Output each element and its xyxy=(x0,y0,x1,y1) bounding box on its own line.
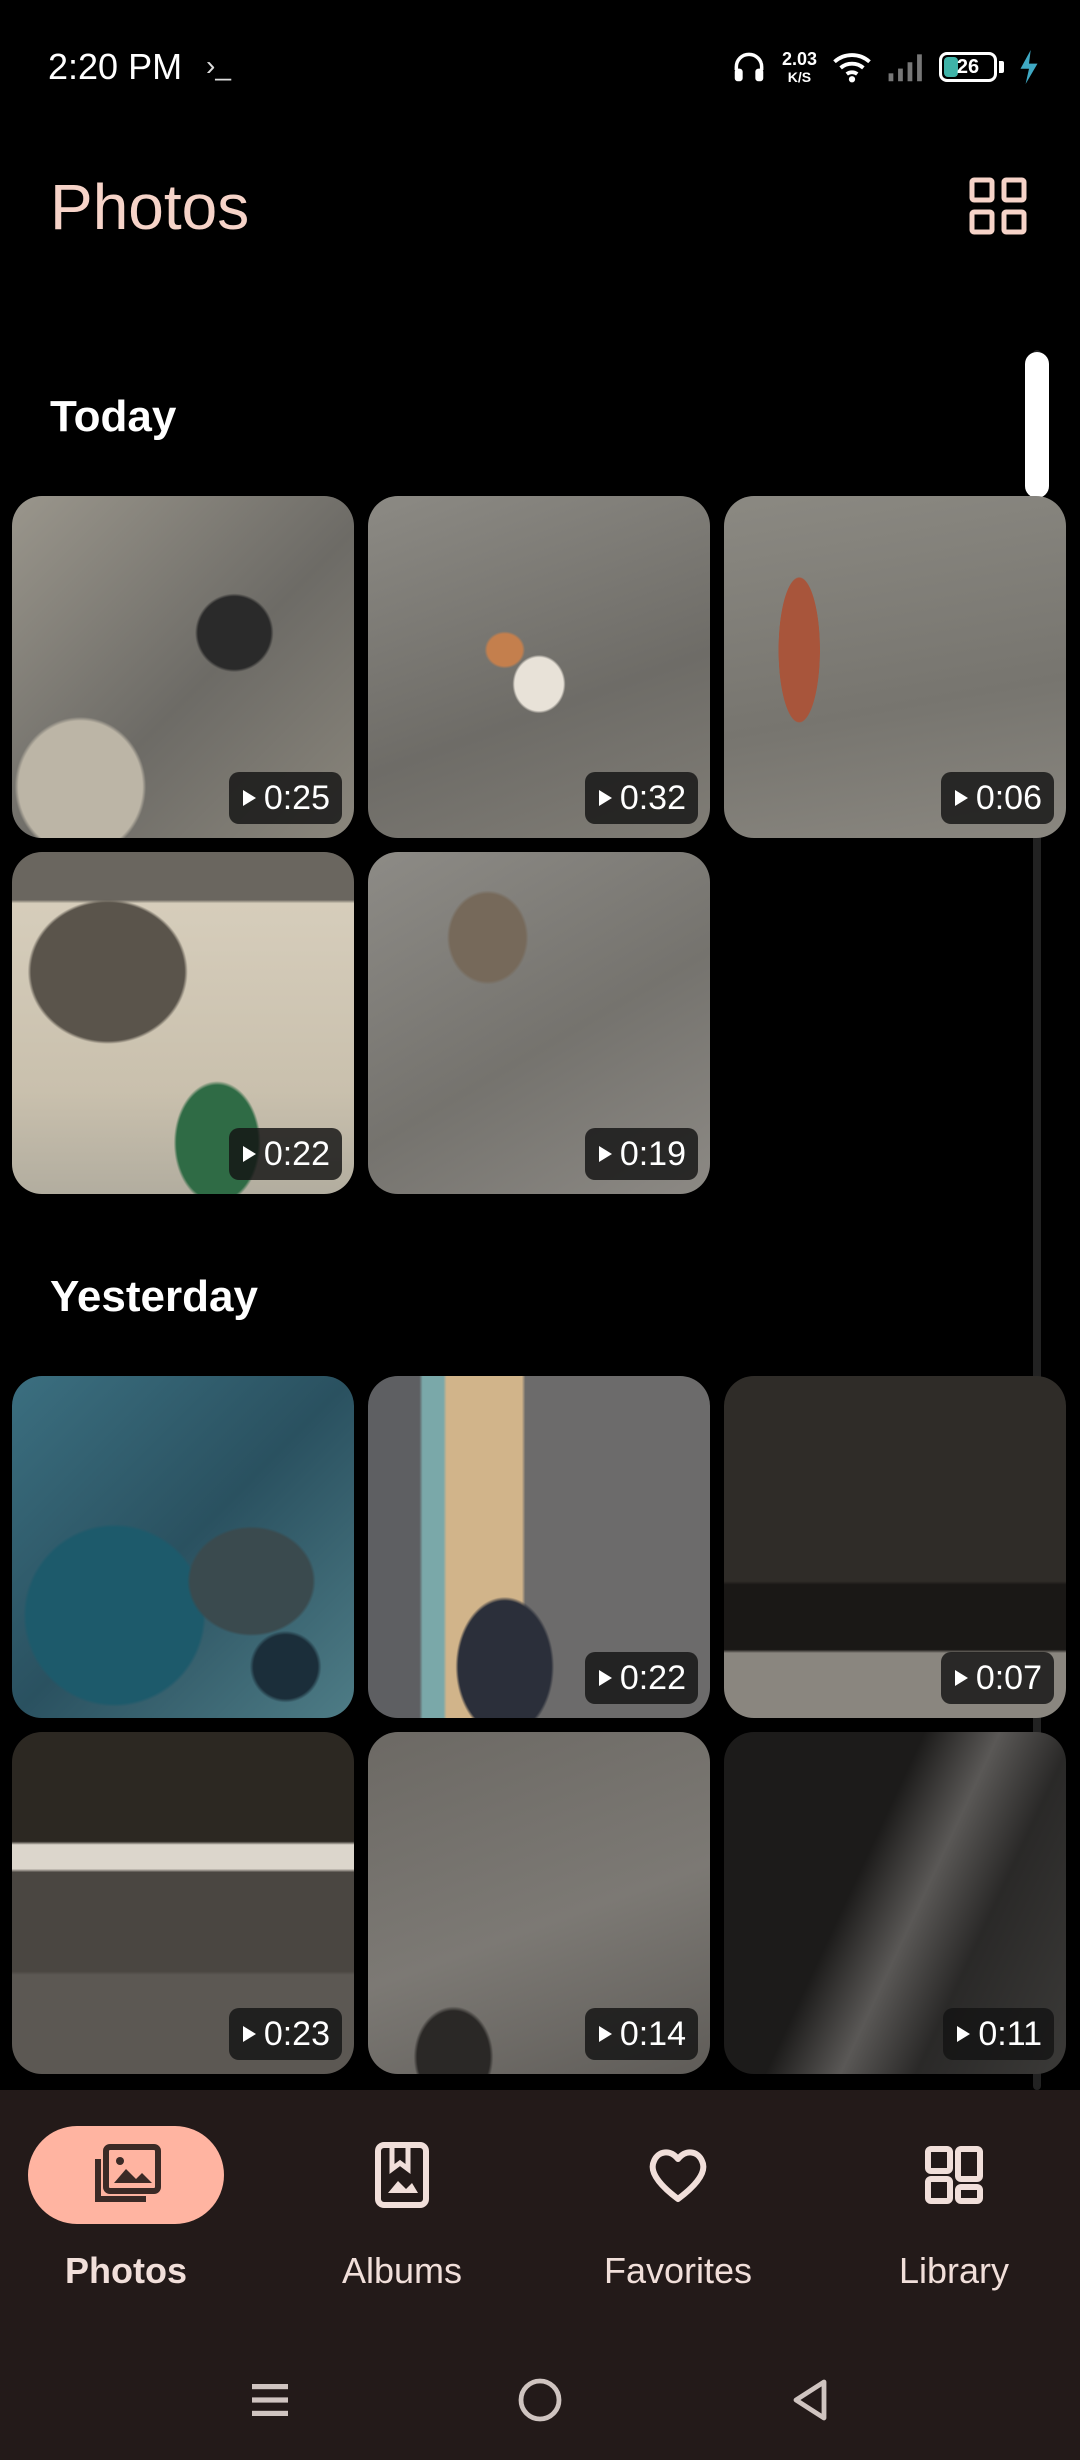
nav-item-favorites[interactable]: Favorites xyxy=(558,2126,798,2291)
grid-view-button[interactable] xyxy=(968,176,1028,236)
duration-text: 0:06 xyxy=(975,778,1042,817)
nav-label-albums: Albums xyxy=(341,2250,463,2291)
video-thumbnail[interactable]: 0:25 xyxy=(12,496,354,838)
status-bar: 2:20 PM ›_ 2.03 K/S 26 xyxy=(0,0,1080,130)
video-thumbnail[interactable]: 0:19 xyxy=(368,852,710,1194)
video-thumbnail[interactable]: 0:07 xyxy=(724,1376,1066,1718)
albums-icon xyxy=(375,2142,429,2208)
heart-icon xyxy=(649,2149,707,2202)
signal-icon xyxy=(888,54,922,82)
play-icon xyxy=(598,1146,612,1162)
menu-icon xyxy=(252,2384,288,2416)
nav-indicator xyxy=(580,2126,776,2224)
duration-text: 0:25 xyxy=(263,778,330,817)
status-icons: 2.03 K/S 26 xyxy=(730,42,1040,92)
nav-item-albums[interactable]: Albums xyxy=(282,2126,522,2291)
battery-body: 26 xyxy=(939,52,997,82)
duration-badge: 0:25 xyxy=(228,772,342,824)
duration-text: 0:22 xyxy=(619,1658,686,1697)
duration-text: 0:19 xyxy=(619,1134,686,1173)
duration-text: 0:11 xyxy=(978,2014,1042,2053)
video-thumbnail[interactable]: 0:14 xyxy=(368,1732,710,2074)
video-thumbnail[interactable]: 0:22 xyxy=(12,852,354,1194)
battery-fill xyxy=(944,57,958,77)
page-title: Photos xyxy=(50,171,250,243)
menu-button[interactable] xyxy=(230,2340,310,2460)
section-heading-today: Today xyxy=(50,392,177,441)
duration-badge: 0:19 xyxy=(584,1128,698,1180)
thumbnail-image xyxy=(12,1376,354,1718)
duration-badge: 0:32 xyxy=(584,772,698,824)
headphones-icon xyxy=(734,52,764,82)
play-icon xyxy=(598,1670,612,1686)
network-speed: 2.03 K/S xyxy=(782,49,817,85)
play-icon xyxy=(242,2026,256,2042)
duration-text: 0:32 xyxy=(619,778,686,817)
nav-item-photos[interactable]: Photos xyxy=(6,2126,246,2291)
duration-badge: 0:06 xyxy=(940,772,1054,824)
home-button[interactable] xyxy=(500,2340,580,2460)
charging-icon xyxy=(1020,50,1038,84)
duration-text: 0:23 xyxy=(263,2014,330,2053)
duration-badge: 0:22 xyxy=(228,1128,342,1180)
back-icon xyxy=(793,2379,827,2421)
speed-unit: K/S xyxy=(787,69,812,85)
video-thumbnail[interactable] xyxy=(12,1376,354,1718)
system-navigation-bar xyxy=(0,2340,1080,2460)
photos-icon xyxy=(95,2144,161,2202)
duration-badge: 0:23 xyxy=(228,2008,342,2060)
grid-view-icon xyxy=(969,177,1027,235)
play-icon xyxy=(957,2026,971,2042)
duration-text: 0:14 xyxy=(619,2014,686,2053)
duration-badge: 0:07 xyxy=(940,1652,1054,1704)
status-time: 2:20 PM xyxy=(48,46,183,87)
video-thumbnail[interactable]: 0:06 xyxy=(724,496,1066,838)
play-icon xyxy=(242,790,256,806)
back-button[interactable] xyxy=(770,2340,850,2460)
play-icon xyxy=(954,1670,968,1686)
play-icon xyxy=(598,790,612,806)
battery-icon: 26 xyxy=(939,52,1004,82)
scrollbar-thumb[interactable] xyxy=(1025,352,1049,498)
nav-label-favorites: Favorites xyxy=(603,2250,753,2291)
video-thumbnail[interactable]: 0:32 xyxy=(368,496,710,838)
play-icon xyxy=(954,790,968,806)
wifi-icon xyxy=(833,53,871,83)
battery-level: 26 xyxy=(956,55,980,78)
nav-indicator xyxy=(856,2126,1052,2224)
play-icon xyxy=(598,2026,612,2042)
duration-badge: 0:22 xyxy=(584,1652,698,1704)
nav-indicator xyxy=(28,2126,224,2224)
home-icon xyxy=(518,2378,562,2422)
library-icon xyxy=(925,2146,983,2204)
nav-indicator xyxy=(304,2126,500,2224)
play-icon xyxy=(242,1146,256,1162)
terminal-notification-icon: ›_ xyxy=(206,50,231,81)
battery-tip xyxy=(999,61,1004,73)
nav-item-library[interactable]: Library xyxy=(834,2126,1074,2291)
duration-text: 0:22 xyxy=(263,1134,330,1173)
duration-badge: 0:11 xyxy=(943,2008,1054,2060)
nav-label-library: Library xyxy=(898,2250,1010,2291)
nav-label-photos: Photos xyxy=(65,2250,187,2291)
speed-value: 2.03 xyxy=(781,49,817,69)
video-thumbnail[interactable]: 0:23 xyxy=(12,1732,354,2074)
app-header: Photos xyxy=(0,150,1080,260)
section-heading-yesterday: Yesterday xyxy=(50,1272,258,1321)
video-thumbnail[interactable]: 0:11 xyxy=(724,1732,1066,2074)
duration-badge: 0:14 xyxy=(584,2008,698,2060)
duration-text: 0:07 xyxy=(975,1658,1042,1697)
video-thumbnail[interactable]: 0:22 xyxy=(368,1376,710,1718)
